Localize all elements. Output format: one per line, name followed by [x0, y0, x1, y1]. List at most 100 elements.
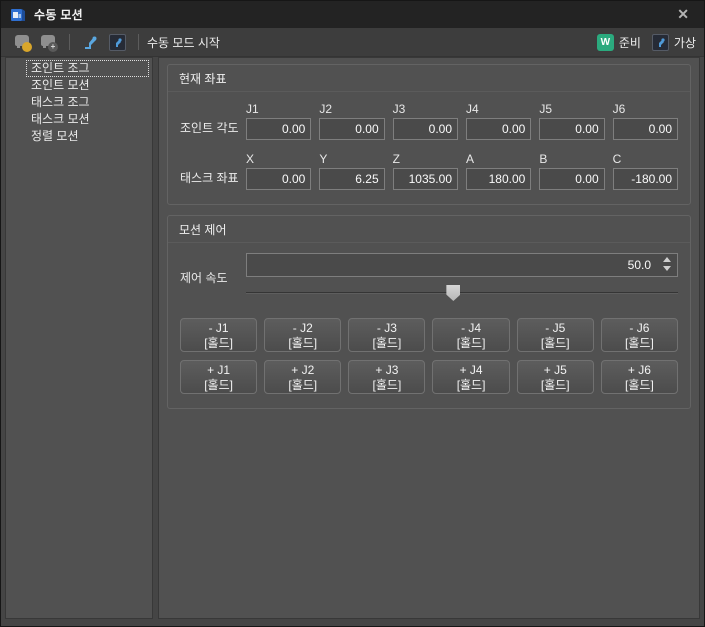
spin-down-icon[interactable]	[663, 266, 671, 271]
yellow-badge-icon	[22, 42, 32, 52]
task-field-name: Z	[393, 152, 458, 166]
jog-label: - J3	[377, 321, 397, 335]
joint-angle-row: 조인트 각도 J10.00 J20.00 J30.00 J40.00 J50.0…	[180, 102, 678, 140]
jog-minus-j6-button[interactable]: - J6[홀드]	[601, 318, 678, 352]
task-x-field[interactable]: 0.00	[246, 168, 311, 190]
jog-plus-j4-button[interactable]: + J4[홀드]	[432, 360, 509, 394]
current-coords-group: 현재 좌표 조인트 각도 J10.00 J20.00 J30.00 J40.00…	[167, 64, 691, 205]
joint-field-name: J2	[319, 102, 384, 116]
hold-label: [홀드]	[204, 336, 233, 350]
hold-label: [홀드]	[457, 336, 486, 350]
gripper-servo-off-icon[interactable]: +	[38, 32, 58, 52]
hold-label: [홀드]	[288, 378, 317, 392]
toolbar-separator	[138, 34, 139, 50]
motion-control-group: 모션 제어 제어 속도 50.0	[167, 215, 691, 409]
jog-plus-j3-button[interactable]: + J3[홀드]	[348, 360, 425, 394]
title-bar: 수동 모션 ✕	[1, 1, 704, 28]
status-group: W 준비 가상	[597, 34, 696, 51]
gripper-servo-on-icon[interactable]	[12, 32, 32, 52]
content-area: 조인트 조그 조인트 모션 태스크 조그 태스크 모션 정렬 모션 현재 좌표 …	[5, 57, 700, 619]
toolbar-separator	[69, 34, 70, 50]
task-y-field[interactable]: 6.25	[319, 168, 384, 190]
task-z-field[interactable]: 1035.00	[393, 168, 458, 190]
hold-label: [홀드]	[541, 378, 570, 392]
task-b-field[interactable]: 0.00	[539, 168, 604, 190]
joint-j6-field[interactable]: 0.00	[613, 118, 678, 140]
speed-slider[interactable]	[246, 284, 678, 302]
task-field-name: Y	[319, 152, 384, 166]
jog-plus-j5-button[interactable]: + J5[홀드]	[517, 360, 594, 394]
jog-minus-j4-button[interactable]: - J4[홀드]	[432, 318, 509, 352]
motion-type-list: 조인트 조그 조인트 모션 태스크 조그 태스크 모션 정렬 모션	[5, 57, 153, 619]
jog-label: - J6	[629, 321, 649, 335]
sidebar-item-joint-motion[interactable]: 조인트 모션	[26, 77, 149, 94]
jog-minus-j5-button[interactable]: - J5[홀드]	[517, 318, 594, 352]
ready-status-label: 준비	[619, 34, 641, 51]
hold-label: [홀드]	[373, 378, 402, 392]
hold-label: [홀드]	[625, 336, 654, 350]
ready-state-icon: W	[597, 34, 614, 51]
jog-plus-j1-button[interactable]: + J1[홀드]	[180, 360, 257, 394]
motion-control-title: 모션 제어	[168, 216, 690, 243]
speed-spinbox[interactable]: 50.0	[246, 253, 678, 277]
jog-label: + J4	[460, 363, 483, 377]
speed-row: 제어 속도 50.0	[180, 253, 678, 302]
jog-minus-j1-button[interactable]: - J1[홀드]	[180, 318, 257, 352]
sidebar-item-task-motion[interactable]: 태스크 모션	[26, 111, 149, 128]
app-icon	[10, 7, 26, 23]
jog-minus-j3-button[interactable]: - J3[홀드]	[348, 318, 425, 352]
slider-handle[interactable]	[446, 285, 460, 301]
joint-j1-field[interactable]: 0.00	[246, 118, 311, 140]
sidebar-item-task-jog[interactable]: 태스크 조그	[26, 94, 149, 111]
joint-j5-field[interactable]: 0.00	[539, 118, 604, 140]
hold-label: [홀드]	[204, 378, 233, 392]
main-panel: 현재 좌표 조인트 각도 J10.00 J20.00 J30.00 J40.00…	[158, 57, 700, 619]
task-a-field[interactable]: 180.00	[466, 168, 531, 190]
hold-label: [홀드]	[373, 336, 402, 350]
joint-field-name: J4	[466, 102, 531, 116]
spin-arrows	[663, 257, 671, 271]
joint-j4-field[interactable]: 0.00	[466, 118, 531, 140]
task-coord-label: 태스크 좌표	[180, 169, 246, 186]
task-c-field[interactable]: -180.00	[613, 168, 678, 190]
sidebar-item-joint-jog[interactable]: 조인트 조그	[26, 60, 149, 77]
jog-label: - J5	[545, 321, 565, 335]
manual-motion-window: 수동 모션 ✕ +	[0, 0, 705, 627]
task-field-name: A	[466, 152, 531, 166]
joint-j2-field[interactable]: 0.00	[319, 118, 384, 140]
jog-label: - J4	[461, 321, 481, 335]
joint-field-name: J6	[613, 102, 678, 116]
spin-up-icon[interactable]	[663, 257, 671, 262]
jog-label: + J6	[628, 363, 651, 377]
virtual-mode-icon	[652, 34, 669, 51]
task-field-name: X	[246, 152, 311, 166]
start-manual-mode-button[interactable]: 수동 모드 시작	[147, 34, 220, 51]
virtual-robot-mode-icon[interactable]	[107, 32, 127, 52]
plus-badge-icon: +	[48, 42, 58, 52]
jog-label: + J3	[375, 363, 398, 377]
window-title: 수동 모션	[34, 6, 83, 23]
close-icon[interactable]: ✕	[671, 1, 695, 28]
jog-label: - J2	[293, 321, 313, 335]
jog-plus-j2-button[interactable]: + J2[홀드]	[264, 360, 341, 394]
hold-label: [홀드]	[457, 378, 486, 392]
current-coords-title: 현재 좌표	[168, 65, 690, 92]
task-field-name: B	[539, 152, 604, 166]
hold-label: [홀드]	[625, 378, 654, 392]
jog-label: + J2	[291, 363, 314, 377]
joint-field-name: J3	[393, 102, 458, 116]
joint-j3-field[interactable]: 0.00	[393, 118, 458, 140]
jog-label: - J1	[209, 321, 229, 335]
hold-label: [홀드]	[288, 336, 317, 350]
virtual-status-label: 가상	[674, 34, 696, 51]
virtual-robot-frame	[109, 34, 126, 51]
jog-plus-j6-button[interactable]: + J6[홀드]	[601, 360, 678, 394]
joint-field-name: J5	[539, 102, 604, 116]
task-field-name: C	[613, 152, 678, 166]
speed-label: 제어 속도	[180, 269, 246, 286]
robot-arm-icon[interactable]	[81, 32, 101, 52]
jog-minus-j2-button[interactable]: - J2[홀드]	[264, 318, 341, 352]
jog-label: + J5	[544, 363, 567, 377]
sidebar-item-align-motion[interactable]: 정렬 모션	[26, 128, 149, 145]
hold-label: [홀드]	[541, 336, 570, 350]
